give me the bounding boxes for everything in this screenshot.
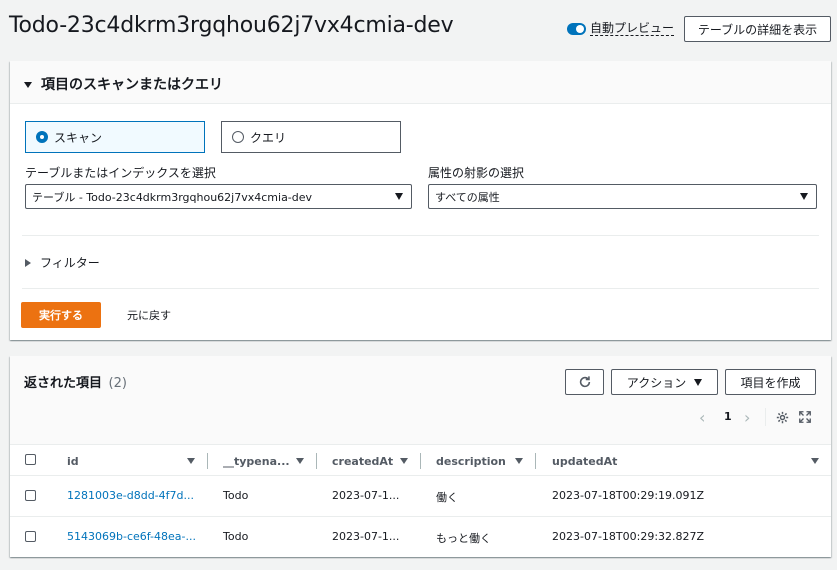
divider [10, 475, 831, 476]
select-all-checkbox[interactable] [25, 454, 36, 465]
sort-caret-icon[interactable] [515, 458, 523, 464]
divider [10, 444, 831, 445]
caret-right-icon [25, 258, 31, 267]
auto-preview-toggle[interactable]: 自動プレビュー [567, 21, 675, 36]
toggle-switch-icon[interactable] [567, 23, 586, 35]
divider [765, 408, 766, 426]
sort-caret-icon[interactable] [400, 458, 408, 464]
column-separator[interactable] [316, 453, 317, 469]
run-button[interactable]: 実行する [21, 302, 101, 328]
view-table-details-button[interactable]: テーブルの詳細を表示 [684, 16, 831, 42]
actions-label: アクション [626, 375, 687, 390]
typename-cell: Todo [223, 530, 249, 543]
page-number[interactable]: 1 [724, 410, 732, 423]
next-page-icon[interactable]: › [744, 408, 750, 427]
dropdown-arrow-icon [395, 193, 403, 200]
filter-expander[interactable]: フィルター [25, 254, 100, 271]
typename-cell: Todo [223, 489, 249, 502]
caret-down-icon [694, 378, 703, 386]
caret-down-icon [24, 82, 32, 88]
refresh-button[interactable] [565, 369, 604, 395]
scan-radio-option[interactable]: スキャン [25, 121, 205, 153]
scan-query-panel: 項目のスキャンまたはクエリ スキャン クエリ テーブルまたはインデックスを選択 … [10, 61, 831, 340]
results-heading: 返された項目 (2) [24, 372, 127, 391]
fullscreen-icon[interactable] [799, 411, 811, 423]
auto-preview-label: 自動プレビュー [590, 21, 675, 36]
item-id-link[interactable]: 5143069b-ce6f-48ea-... [67, 530, 196, 543]
table-select-value: テーブル - Todo-23c4dkrm3rgqhou62j7vx4cmia-d… [32, 190, 313, 204]
gear-icon[interactable] [776, 411, 789, 424]
query-option-label: クエリ [250, 130, 287, 145]
results-heading-text: 返された項目 [24, 376, 103, 391]
updatedat-cell: 2023-07-18T00:29:32.827Z [552, 530, 705, 543]
divider [22, 235, 819, 236]
column-separator[interactable] [535, 453, 536, 469]
column-header-createdat[interactable]: createdAt [332, 446, 393, 476]
description-cell: 働く [436, 491, 458, 504]
column-separator[interactable] [420, 453, 421, 469]
column-header-updatedat[interactable]: updatedAt [552, 446, 617, 476]
sort-caret-icon[interactable] [811, 458, 819, 464]
query-radio-option[interactable]: クエリ [221, 121, 401, 153]
column-separator[interactable] [207, 453, 208, 469]
createdat-cell: 2023-07-1... [332, 489, 400, 502]
column-header-typename[interactable]: __typena... [223, 446, 290, 476]
projection-select-value: すべての属性 [435, 190, 500, 204]
filter-label: フィルター [40, 256, 100, 270]
divider [10, 516, 831, 517]
row-checkbox[interactable] [25, 490, 36, 501]
scan-panel-heading: 項目のスキャンまたはクエリ [41, 77, 223, 93]
scan-option-label: スキャン [54, 130, 103, 145]
sort-caret-icon[interactable] [187, 458, 195, 464]
prev-page-icon[interactable]: ‹ [699, 408, 705, 427]
actions-button[interactable]: アクション [611, 369, 718, 395]
item-id-link[interactable]: 1281003e-d8dd-4f7d... [67, 489, 194, 502]
results-count: (2) [108, 376, 127, 391]
reset-button[interactable]: 元に戻す [127, 307, 171, 323]
dropdown-arrow-icon [800, 193, 808, 200]
projection-select-label: 属性の射影の選択 [428, 166, 525, 180]
row-checkbox[interactable] [25, 531, 36, 542]
description-cell: もっと働く [436, 532, 491, 545]
radio-unchecked-icon [232, 131, 244, 143]
sort-caret-icon[interactable] [296, 458, 304, 464]
page-title: Todo-23c4dkrm3rgqhou62j7vx4cmia-dev [9, 13, 454, 38]
refresh-icon [579, 376, 590, 388]
column-header-description[interactable]: description [436, 446, 506, 476]
create-item-button[interactable]: 項目を作成 [725, 369, 816, 395]
column-header-id[interactable]: id [67, 446, 79, 476]
updatedat-cell: 2023-07-18T00:29:19.091Z [552, 489, 705, 502]
table-select-label: テーブルまたはインデックスを選択 [25, 166, 216, 180]
table-select[interactable]: テーブル - Todo-23c4dkrm3rgqhou62j7vx4cmia-d… [25, 184, 412, 209]
createdat-cell: 2023-07-1... [332, 530, 400, 543]
radio-checked-icon [36, 131, 48, 143]
page: Todo-23c4dkrm3rgqhou62j7vx4cmia-dev 自動プレ… [0, 0, 837, 570]
divider [22, 288, 819, 289]
scan-panel-header[interactable]: 項目のスキャンまたはクエリ [10, 61, 831, 104]
projection-select[interactable]: すべての属性 [428, 184, 817, 209]
